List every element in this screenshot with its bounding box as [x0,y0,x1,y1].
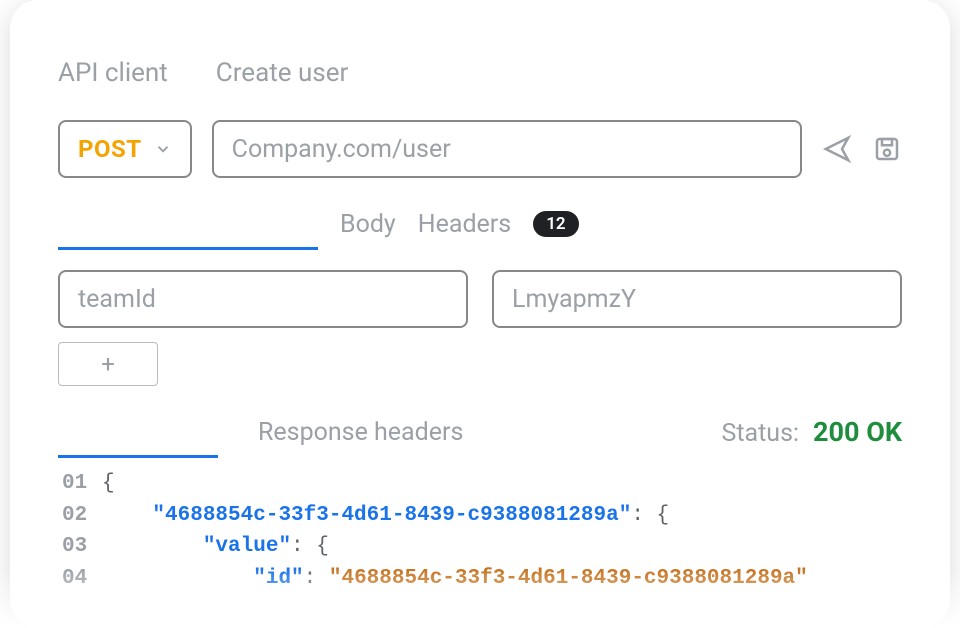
tab-body[interactable]: Body [340,210,396,239]
code-token: : [291,535,304,558]
breadcrumb: API client Create user [58,58,902,88]
tab-response-headers[interactable]: Response headers [258,418,463,447]
request-tabs: Body Headers 12 [58,206,902,242]
tab-headers[interactable]: Headers [418,210,511,239]
request-row: POST Company.com/user [58,120,902,178]
save-icon[interactable] [872,134,902,164]
http-method-label: POST [78,135,142,163]
code-token: "4688854c-33f3-4d61-8439-c9388081289a" [329,567,808,590]
tab-params-active[interactable] [58,206,318,242]
send-icon[interactable] [822,134,852,164]
line-number: 02 [62,500,102,532]
chevron-down-icon [154,140,172,158]
param-key-input[interactable]: teamId [58,270,468,328]
code-token: : [304,567,317,590]
param-key-value: teamId [78,285,156,314]
url-input[interactable]: Company.com/user [212,120,802,178]
add-param-button[interactable]: + [58,342,158,386]
code-token: { [102,472,115,495]
param-value-value: LmyapmzY [512,285,636,314]
response-body-code: 01{ 02 "4688854c-33f3-4d61-8439-c9388081… [58,468,902,594]
status-label: Status: [721,419,799,448]
breadcrumb-item-create-user[interactable]: Create user [216,58,349,88]
tab-response-body-active[interactable] [58,414,228,450]
line-number: 03 [62,531,102,563]
status-block: Status: 200 OK [721,416,902,448]
add-param-label: + [101,350,115,378]
code-token: { [657,504,670,527]
api-client-card: API client Create user POST Company.com/… [10,0,950,628]
code-token: "value" [203,535,291,558]
code-token: { [316,535,329,558]
param-value-input[interactable]: LmyapmzY [492,270,902,328]
status-value: 200 OK [813,416,902,448]
url-value: Company.com/user [232,135,451,164]
breadcrumb-item-api-client[interactable]: API client [58,58,168,88]
code-token: : [631,504,644,527]
code-token: "4688854c-33f3-4d61-8439-c9388081289a" [152,504,631,527]
line-number: 01 [62,468,102,500]
code-token: "id" [253,567,303,590]
http-method-select[interactable]: POST [58,120,192,178]
response-tabs: Response headers Status: 200 OK [58,414,902,450]
params-row: teamId LmyapmzY [58,270,902,328]
line-number: 04 [62,563,102,595]
headers-count-badge: 12 [533,211,578,237]
